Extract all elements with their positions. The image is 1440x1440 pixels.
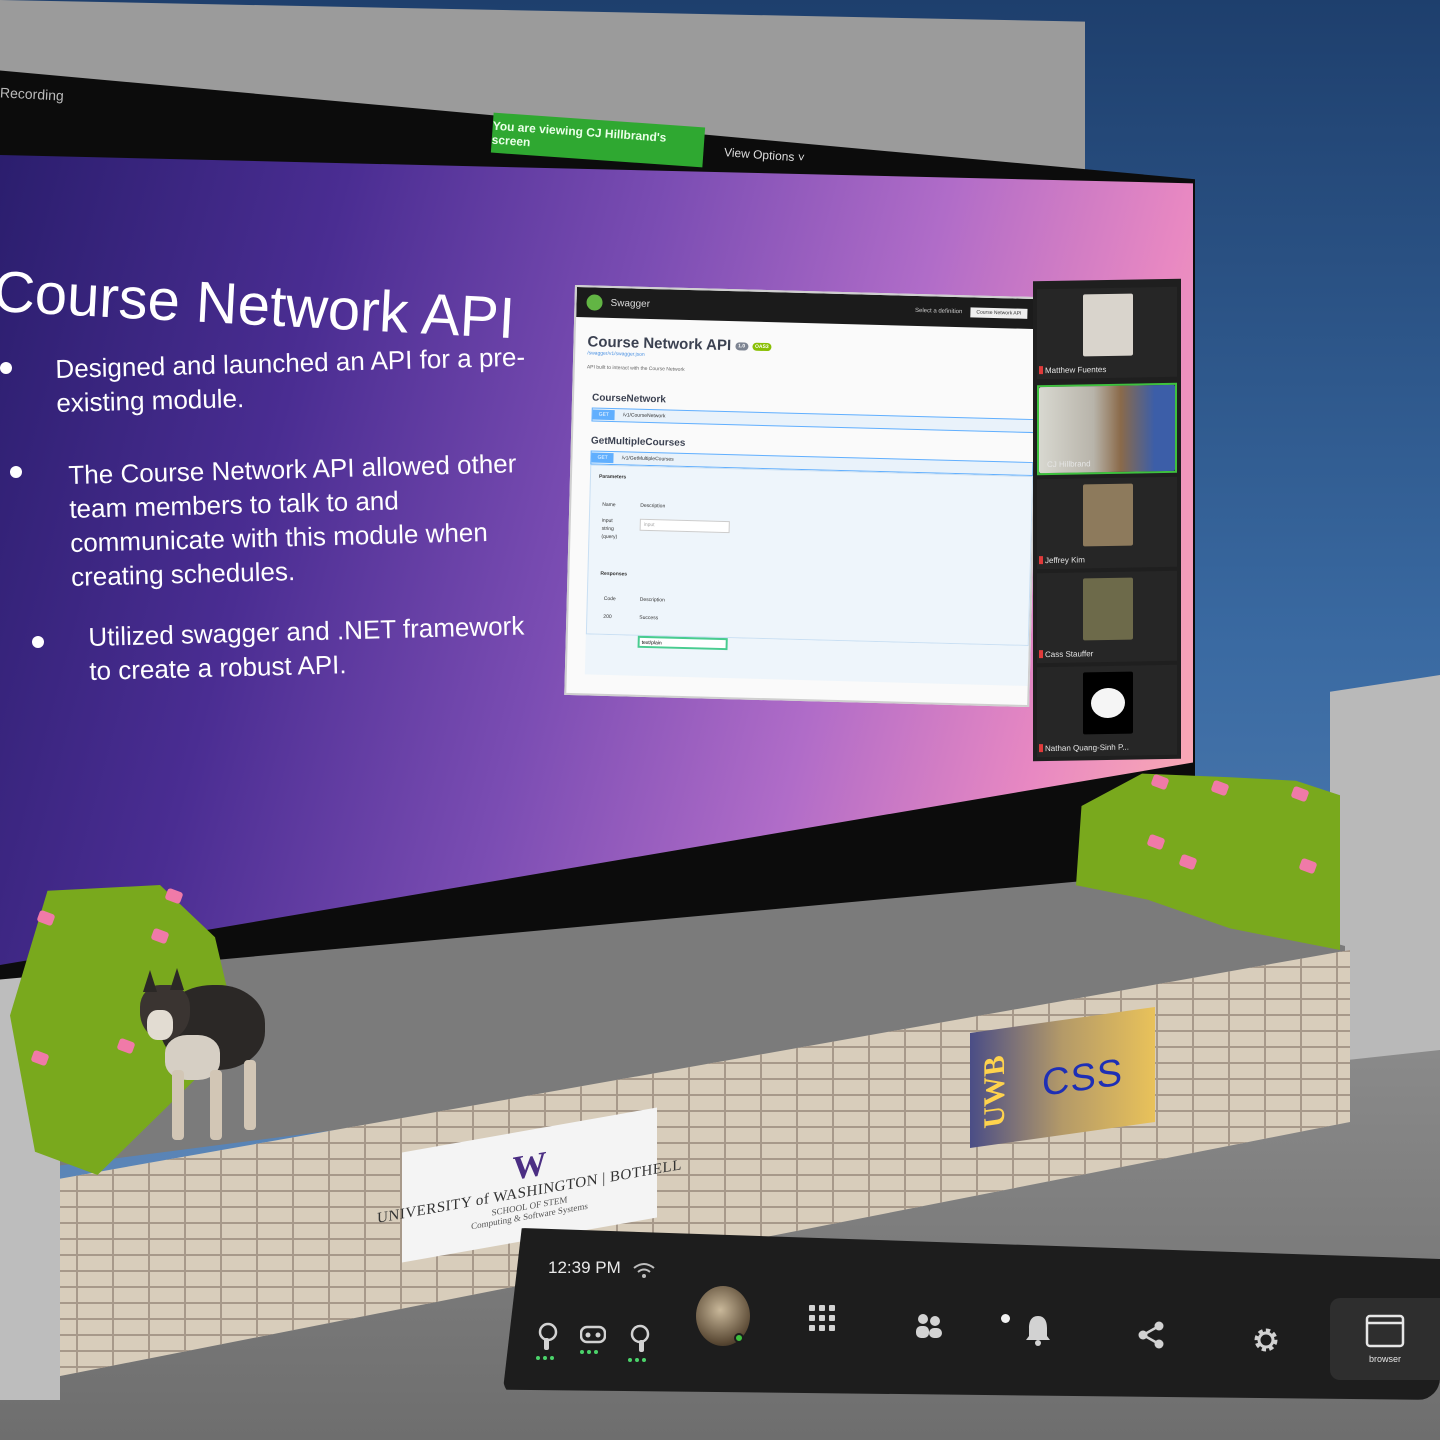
notification-indicator [1001, 1314, 1010, 1323]
browser-button[interactable]: browser [1330, 1298, 1440, 1380]
response-description: Success [639, 614, 659, 622]
param-in: (query) [601, 533, 618, 541]
browser-window-icon [1365, 1314, 1405, 1348]
participant-tile-active-speaker[interactable]: CJ Hillbrand [1037, 382, 1177, 476]
participant-name: CJ Hillbrand [1047, 459, 1091, 470]
mic-muted-icon [1039, 744, 1043, 753]
dog-face [147, 1010, 173, 1040]
version-badge: 1.0 [735, 341, 749, 351]
participant-name: Matthew Fuentes [1045, 365, 1107, 376]
parameters-label: Parameters [598, 473, 627, 481]
dog-leg [172, 1070, 184, 1140]
definition-select[interactable]: Course Network API [970, 307, 1028, 319]
uwb-text: UWB [978, 1053, 1011, 1130]
param-desc-header: Description [640, 502, 666, 510]
right-controller-icon[interactable] [628, 1324, 652, 1362]
clock: 12:39 PM [548, 1258, 621, 1277]
left-controller-icon[interactable] [536, 1322, 560, 1360]
browser-label: browser [1368, 1354, 1401, 1364]
response-code: 200 [603, 613, 612, 621]
battery-dots [536, 1356, 560, 1360]
swagger-logo-icon [586, 294, 603, 311]
param-type: string [601, 525, 614, 533]
media-type-select[interactable]: text/plain [637, 635, 728, 651]
bullet-icon [32, 636, 44, 648]
recording-label: Recording [0, 84, 65, 104]
param-name-header: Name [602, 501, 616, 509]
mic-muted-icon [1039, 366, 1043, 375]
definition-label: Select a definition [914, 307, 963, 316]
mic-muted-icon [1039, 650, 1043, 659]
swagger-brand: Swagger [610, 297, 651, 310]
mic-muted-icon [1039, 556, 1043, 565]
responses-label: Responses [600, 570, 628, 578]
gear-icon[interactable] [1250, 1324, 1282, 1360]
online-status-icon [734, 1333, 744, 1343]
people-icon[interactable] [914, 1312, 944, 1344]
participants-panel: Matthew Fuentes CJ Hillbrand Jeffrey Kim… [1033, 278, 1181, 762]
desc-header: Description [639, 596, 665, 604]
battery-dots [580, 1350, 606, 1354]
bell-icon[interactable] [1024, 1314, 1052, 1350]
swagger-description: API built to interact with the Course Ne… [586, 364, 685, 373]
participant-avatar [1083, 671, 1133, 735]
oas-badge: OAS3 [751, 342, 772, 351]
wifi-icon [633, 1263, 655, 1278]
participant-name: Cass Stauffer [1045, 649, 1094, 660]
dog-leg [210, 1070, 222, 1140]
method-badge: GET [591, 452, 614, 464]
dog-leg [244, 1060, 256, 1130]
operation-panel: Parameters Name Description input string… [585, 464, 1034, 647]
participant-avatar [1083, 577, 1133, 641]
bullet-icon [10, 466, 22, 478]
participant-tile[interactable]: Cass Stauffer [1037, 570, 1177, 664]
operation-path: /v1/CourseNetwork [622, 412, 666, 420]
participant-avatar [1083, 293, 1133, 357]
operation-path: /v1/GetMultipleCourses [621, 455, 674, 463]
participant-name: Jeffrey Kim [1045, 555, 1085, 566]
bullet-icon [0, 362, 12, 374]
participant-avatar [1083, 483, 1133, 547]
slide-bullet: Utilized swagger and .NET framework to c… [88, 610, 525, 686]
participant-tile[interactable]: Jeffrey Kim [1037, 476, 1177, 570]
participant-tile[interactable]: Matthew Fuentes [1037, 286, 1177, 380]
param-input-placeholder: input [643, 521, 655, 529]
method-badge: GET [592, 409, 616, 421]
code-header: Code [603, 595, 616, 603]
participant-name: Nathan Quang-Sinh P... [1045, 742, 1129, 754]
apps-grid-icon[interactable] [808, 1304, 836, 1338]
param-name: input [601, 517, 613, 525]
slide-bullet: Designed and launched an API for a pre-e… [55, 341, 526, 418]
battery-dots [628, 1358, 652, 1362]
participant-tile[interactable]: Nathan Quang-Sinh P... [1037, 664, 1177, 758]
headset-icon[interactable] [579, 1324, 607, 1354]
swagger-window: Swagger Select a definition Course Netwo… [564, 285, 1040, 708]
css-text: CSS [1042, 1051, 1124, 1105]
slide-bullet: The Course Network API allowed other tea… [68, 448, 517, 592]
share-icon[interactable] [1136, 1320, 1166, 1354]
